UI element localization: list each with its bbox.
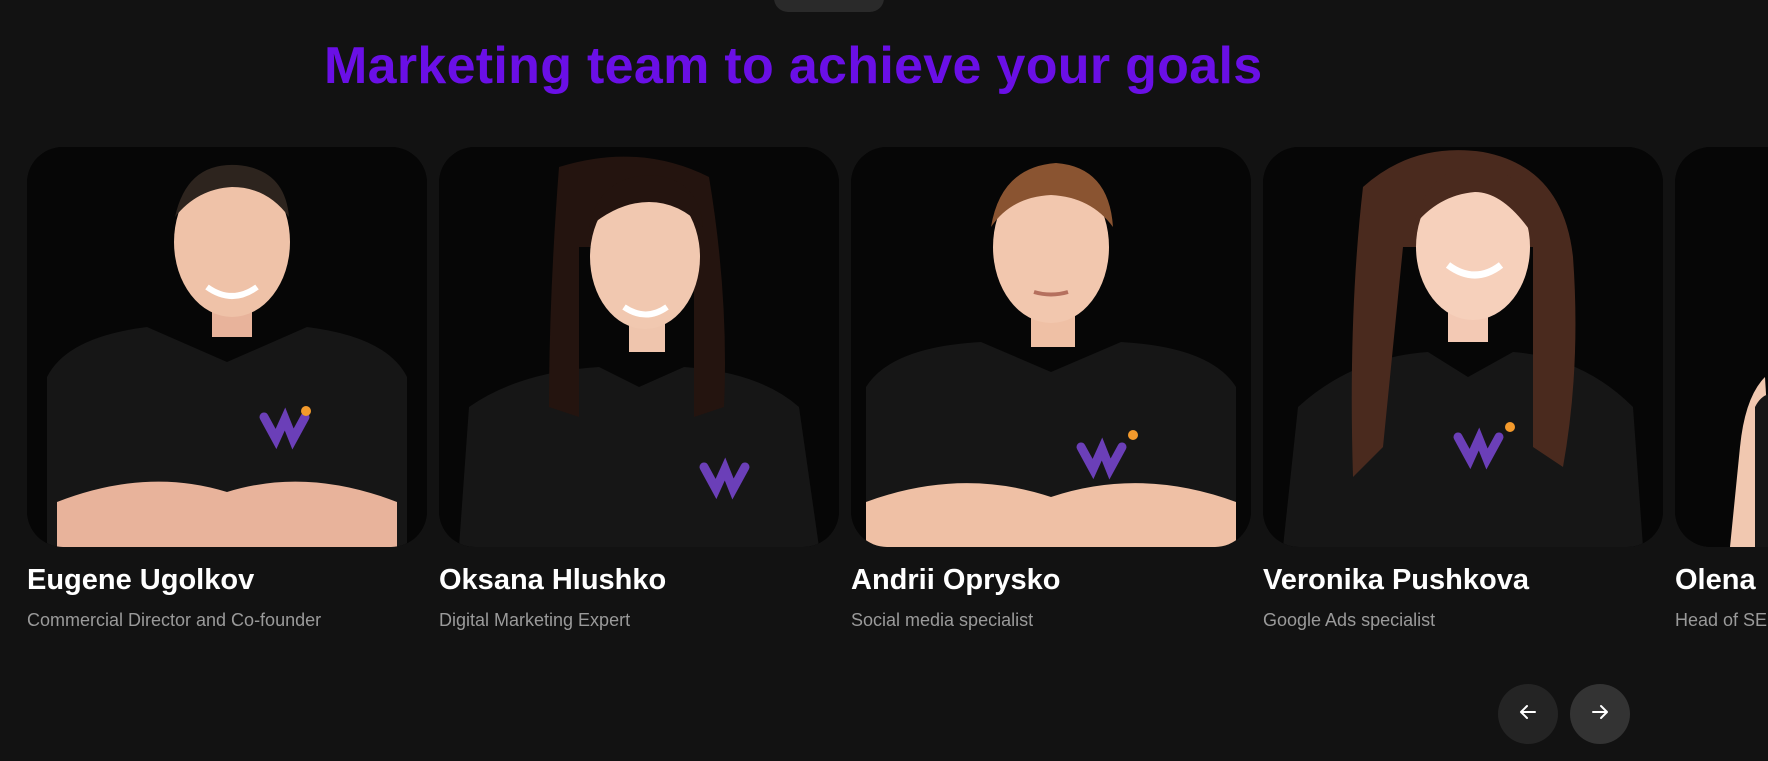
- member-name: Oksana Hlushko: [439, 564, 667, 596]
- team-card[interactable]: Oksana Hlushko Digital Marketing Expert: [439, 147, 839, 631]
- member-photo: [27, 147, 427, 547]
- carousel-next-button[interactable]: [1570, 684, 1630, 744]
- member-role: Social media specialist: [851, 609, 1034, 630]
- team-card[interactable]: Andrii Oprysko Social media specialist: [851, 147, 1251, 631]
- member-role: Google Ads specialist: [1263, 609, 1436, 630]
- member-photo: [1263, 147, 1663, 547]
- team-carousel: Eugene Ugolkov Commercial Director and C…: [0, 0, 1768, 761]
- member-photo: [1675, 147, 1768, 547]
- carousel-prev-button[interactable]: [1498, 684, 1558, 744]
- member-name: Andrii Oprysko: [851, 564, 1061, 596]
- member-photo: [439, 147, 839, 547]
- member-name: Olena: [1675, 564, 1756, 596]
- member-role: Head of SE: [1675, 609, 1768, 630]
- arrow-left-icon: [1518, 702, 1538, 727]
- member-photo: [851, 147, 1251, 547]
- arrow-right-icon: [1590, 702, 1610, 727]
- team-card[interactable]: Veronika Pushkova Google Ads specialist: [1263, 147, 1663, 631]
- member-name: Veronika Pushkova: [1263, 564, 1529, 596]
- team-card[interactable]: Eugene Ugolkov Commercial Director and C…: [27, 147, 427, 631]
- team-card[interactable]: Olena Head of SE: [1675, 147, 1768, 631]
- member-name: Eugene Ugolkov: [27, 564, 255, 596]
- member-role: Digital Marketing Expert: [439, 609, 631, 630]
- member-role: Commercial Director and Co-founder: [27, 609, 322, 630]
